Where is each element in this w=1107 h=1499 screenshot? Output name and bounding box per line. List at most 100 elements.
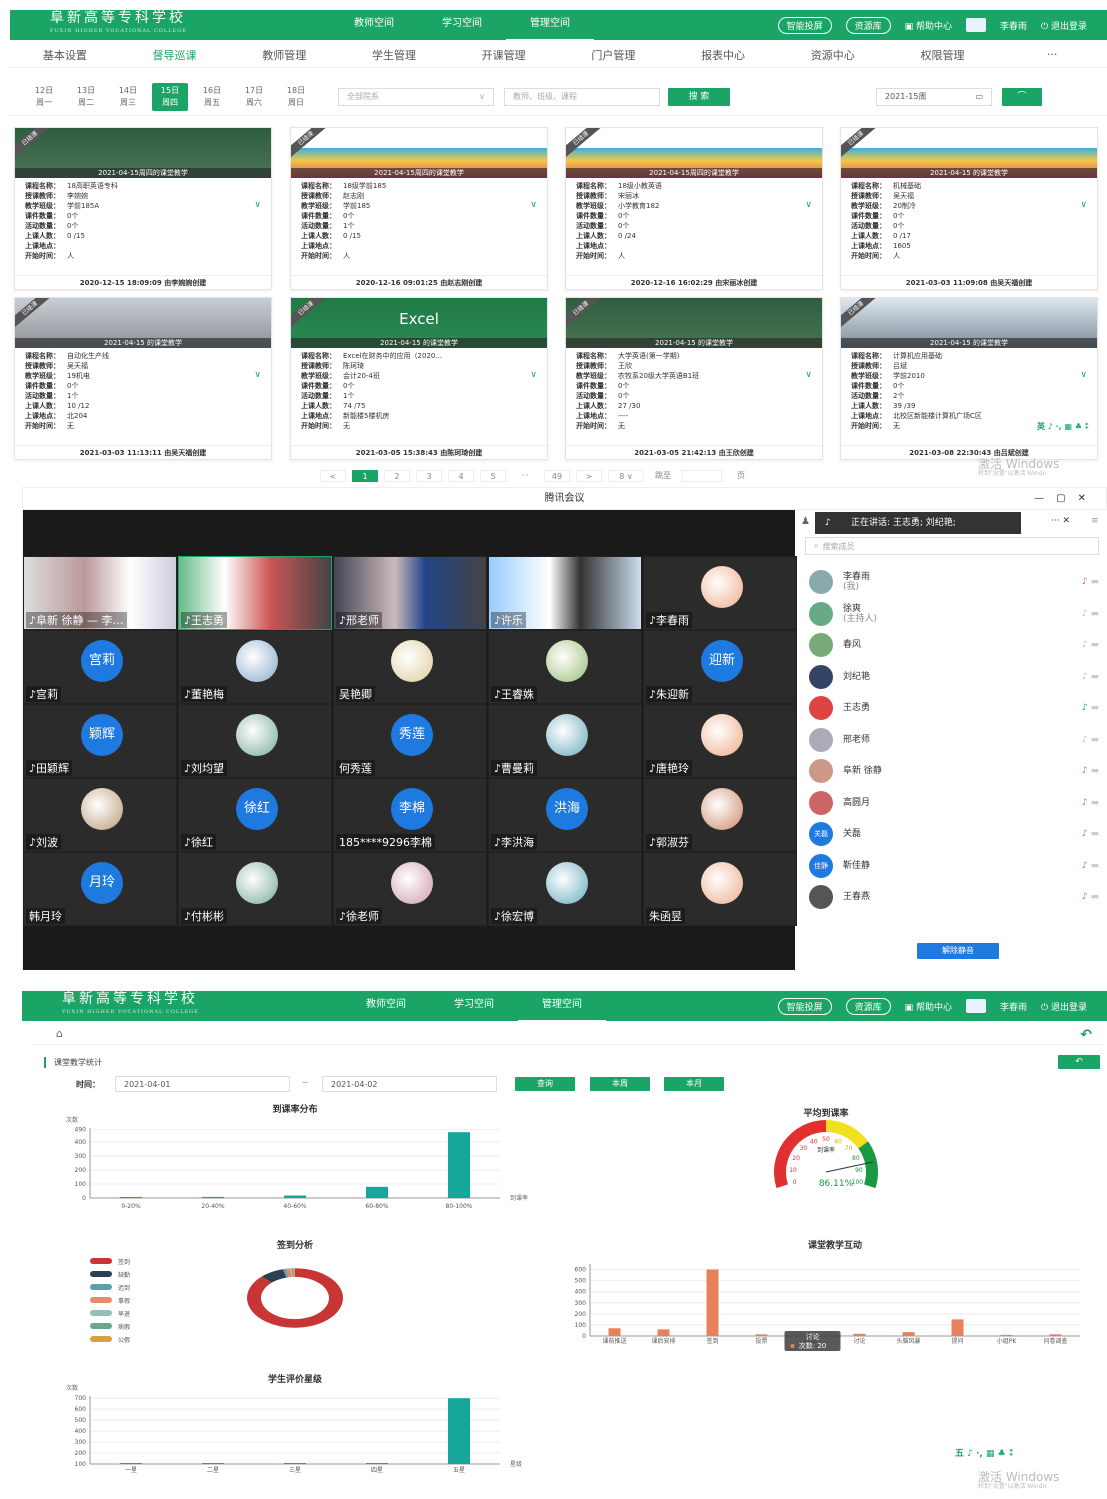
participant-tile[interactable]: ♪许乐 (488, 556, 642, 630)
expand-chevron-icon[interactable]: ∨ (254, 370, 261, 380)
nav-teacher-space[interactable]: 教师空间 (330, 9, 418, 41)
subnav-teacher-manage[interactable]: 教师管理 (229, 47, 339, 63)
participant-tile[interactable]: 迎新 ♪朱迎新 (643, 630, 797, 704)
member-row[interactable]: 春风 ♪ ▬ (809, 633, 1099, 657)
participant-tile[interactable]: 徐红 ♪徐红 (178, 778, 332, 852)
page-49[interactable]: 49 (544, 470, 570, 482)
expand-chevron-icon[interactable]: ∨ (530, 370, 537, 380)
member-camera-icon[interactable]: ▬ (1090, 609, 1099, 619)
member-row[interactable]: 邢老师 ♪ ▬ (809, 727, 1099, 752)
refresh-button[interactable]: ⌒ (1002, 87, 1042, 106)
panel-more-icon[interactable]: ··· ✕ (1051, 516, 1070, 526)
participant-tile[interactable]: ♪付彬彬 (178, 852, 332, 926)
member-mic-icon[interactable]: ♪ ▬ (1059, 703, 1099, 713)
bar[interactable] (120, 1463, 142, 1464)
subnav-basic-settings[interactable]: 基本设置 (10, 47, 120, 63)
member-camera-icon[interactable]: ▬ (1090, 861, 1099, 871)
user-name[interactable]: 李春雨 (1000, 1000, 1027, 1013)
member-camera-icon[interactable]: ▬ (1090, 829, 1099, 839)
participant-tile[interactable]: ♪阜新 徐静 — 李… (23, 556, 177, 630)
member-row[interactable]: 李春雨 (我) ♪ ▬ (809, 570, 1099, 594)
bar[interactable] (706, 1269, 719, 1336)
bar[interactable] (657, 1329, 670, 1336)
participant-tile[interactable]: 月玲 韩月玲 (23, 852, 177, 926)
participant-tile[interactable]: ♪李春雨 (643, 556, 797, 630)
resource-library-button[interactable]: 资源库 (845, 16, 891, 34)
user-name[interactable]: 李春雨 (1000, 19, 1027, 32)
member-mic-icon[interactable]: ♪ ▬ (1059, 861, 1099, 871)
legend-label[interactable]: 病假 (118, 1323, 130, 1331)
ime-toolbar[interactable]: 五 ♪ ·, ▦ ♣ ⁑ (955, 1446, 1014, 1459)
legend-label[interactable]: 公假 (118, 1336, 130, 1344)
this-week-button[interactable]: 本周 (590, 1077, 650, 1091)
page-5[interactable]: 5 (480, 470, 506, 482)
participant-tile[interactable]: ♪徐宏博 (488, 852, 642, 926)
member-row[interactable]: 阜新 徐静 ♪ ▬ (809, 759, 1099, 783)
expand-chevron-icon[interactable]: ∨ (254, 200, 261, 210)
day-tab[interactable]: 14日 周三 (110, 83, 146, 111)
participant-tile[interactable]: ♪唐艳玲 (643, 704, 797, 778)
subnav-student-manage[interactable]: 学生管理 (339, 47, 449, 63)
subnav-supervision[interactable]: 督导巡课 (120, 47, 230, 63)
bar[interactable] (853, 1333, 866, 1336)
participant-tile[interactable]: ♪邢老师 (333, 556, 487, 630)
bar[interactable] (448, 1398, 470, 1464)
day-tab[interactable]: 13日 周二 (68, 83, 104, 111)
nav-teacher-space[interactable]: 教师空间 (342, 990, 430, 1022)
page-2[interactable]: 2 (384, 470, 410, 482)
participant-tile[interactable]: ♪董艳梅 (178, 630, 332, 704)
participant-tile[interactable]: ♪刘波 (23, 778, 177, 852)
member-mic-icon[interactable]: ♪ ▬ (1059, 640, 1099, 650)
participant-tile[interactable]: ♪曹曼莉 (488, 704, 642, 778)
bar[interactable] (366, 1463, 388, 1464)
participant-tile[interactable]: 秀莲 何秀莲 (333, 704, 487, 778)
bar[interactable] (448, 1132, 470, 1198)
bar[interactable] (951, 1319, 964, 1336)
resource-library-button[interactable]: 资源库 (845, 997, 891, 1015)
this-month-button[interactable]: 本月 (664, 1077, 724, 1091)
course-card[interactable]: 已结课 2021-04-15周四的课堂教学 课程名称： 18级小教英语 授课教师： 宋丽冰… (565, 127, 823, 290)
smart-cast-button[interactable]: 智能投屏 (777, 997, 832, 1015)
participant-tile[interactable]: ♪徐老师 (333, 852, 487, 926)
legend-label[interactable]: 签到 (118, 1258, 130, 1266)
member-camera-icon[interactable]: ▬ (1090, 766, 1099, 776)
course-card[interactable]: 已结课 2021-04-15 的课堂教学 课程名称： 机械基础 授课教师： 吴天福 教学班级… (840, 127, 1098, 290)
course-card[interactable]: 已结课 2021-04-15周四的课堂教学 课程名称： 18级学前185 授课教师： 赵志… (290, 127, 548, 290)
window-controls[interactable]: —▢✕ (1034, 488, 1098, 510)
query-button[interactable]: 查询 (515, 1077, 575, 1091)
bar[interactable] (120, 1197, 142, 1198)
logout-link[interactable]: ⏻ 退出登录 (1041, 19, 1087, 32)
member-row[interactable]: 王春燕 ♪ ▬ (809, 885, 1099, 909)
expand-chevron-icon[interactable]: ∨ (805, 200, 812, 210)
bar[interactable] (902, 1332, 915, 1336)
legend-swatch[interactable] (90, 1271, 112, 1277)
subnav-report-center[interactable]: 报表中心 (668, 47, 778, 63)
member-row[interactable]: 徐爽 (主持人) ♪ ▬ (809, 601, 1099, 626)
member-mic-icon[interactable]: ♪ ▬ (1059, 892, 1099, 902)
day-tab[interactable]: 16日 周五 (194, 83, 230, 111)
member-camera-icon[interactable]: ▬ (1090, 735, 1099, 745)
course-card[interactable]: 已结课 2021-04-15周四的课堂教学 课程名称： 18高职英语专科 授课教师： 李婉… (14, 127, 272, 290)
member-mic-icon[interactable]: ♪ ▬ (1059, 735, 1099, 745)
unmute-button[interactable]: 解除静音 (917, 943, 999, 959)
member-mic-icon[interactable]: ♪ ▬ (1059, 577, 1099, 587)
nav-study-space[interactable]: 学习空间 (430, 990, 518, 1022)
member-row[interactable]: 佳静 靳佳静 ♪ ▬ (809, 853, 1099, 878)
legend-swatch[interactable] (90, 1336, 112, 1342)
bar[interactable] (1049, 1334, 1062, 1336)
subnav-course-manage[interactable]: 开课管理 (449, 47, 559, 63)
member-mic-icon[interactable]: ♪ ▬ (1059, 798, 1099, 808)
help-center-link[interactable]: ▣ 帮助中心 (905, 19, 952, 32)
legend-swatch[interactable] (90, 1284, 112, 1290)
search-input[interactable]: 教师、班级、课程 (504, 87, 660, 106)
bar[interactable] (202, 1463, 224, 1464)
prev-page[interactable]: < (320, 470, 346, 482)
participant-tile[interactable]: 李棉 185****9296李棉 (333, 778, 487, 852)
member-camera-icon[interactable]: ▬ (1090, 640, 1099, 650)
participant-tile[interactable]: 洪海 ♪李洪海 (488, 778, 642, 852)
bar[interactable] (608, 1328, 621, 1336)
subnav-portal-manage[interactable]: 门户管理 (559, 47, 669, 63)
member-camera-icon[interactable]: ▬ (1090, 703, 1099, 713)
member-row[interactable]: 王志勇 ♪ ▬ (809, 696, 1099, 720)
page-1[interactable]: 1 (352, 470, 378, 482)
